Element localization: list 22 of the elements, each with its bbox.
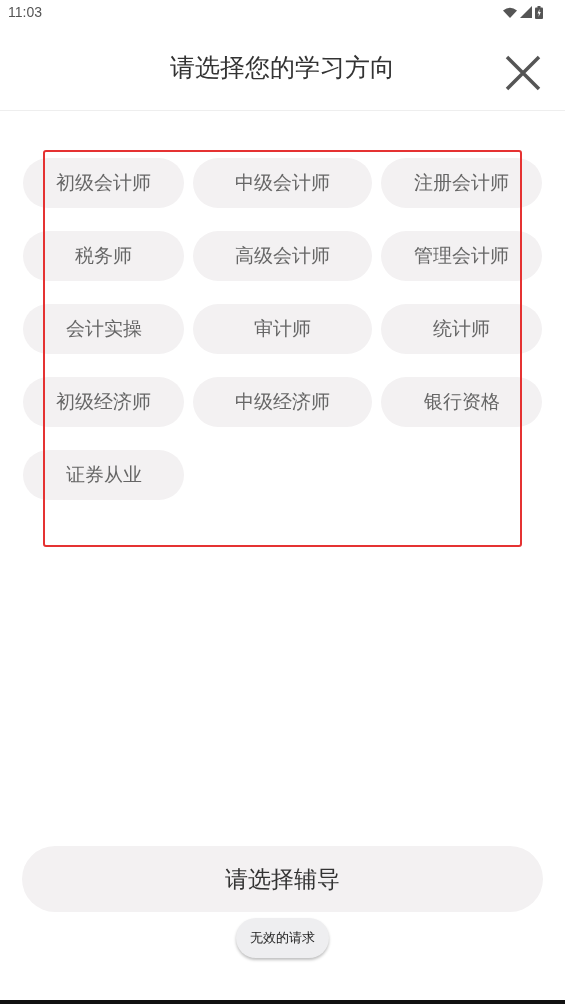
- close-button[interactable]: [503, 53, 543, 93]
- confirm-button[interactable]: 请选择辅导: [22, 846, 543, 912]
- battery-icon: [535, 5, 543, 19]
- toast-message: 无效的请求: [236, 918, 329, 958]
- status-time: 11:03: [8, 4, 42, 20]
- direction-chip[interactable]: 审计师: [193, 304, 372, 354]
- direction-chip[interactable]: 高级会计师: [193, 231, 372, 281]
- direction-chip[interactable]: 中级经济师: [193, 377, 372, 427]
- close-icon: [505, 55, 541, 91]
- direction-chip[interactable]: 会计实操: [23, 304, 184, 354]
- direction-chip[interactable]: 税务师: [23, 231, 184, 281]
- signal-icon: [520, 6, 532, 18]
- direction-chip[interactable]: 中级会计师: [193, 158, 372, 208]
- direction-chip[interactable]: 证券从业: [23, 450, 184, 500]
- wifi-icon: [503, 6, 517, 18]
- direction-chip[interactable]: 统计师: [381, 304, 542, 354]
- direction-chip[interactable]: 注册会计师: [381, 158, 542, 208]
- direction-chip[interactable]: 初级经济师: [23, 377, 184, 427]
- direction-chip[interactable]: 银行资格: [381, 377, 542, 427]
- direction-chip[interactable]: 初级会计师: [23, 158, 184, 208]
- direction-chip[interactable]: 管理会计师: [381, 231, 542, 281]
- page-title: 请选择您的学习方向: [170, 51, 395, 84]
